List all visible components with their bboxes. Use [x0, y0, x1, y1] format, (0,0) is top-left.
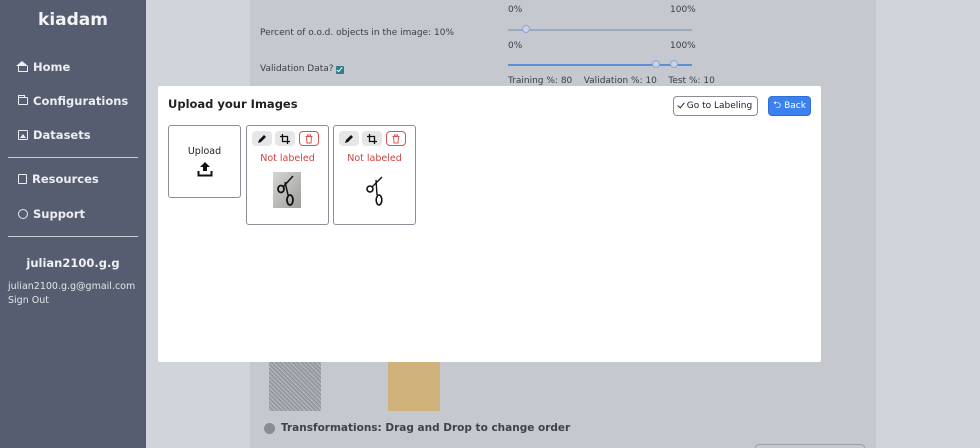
edit-button[interactable] [339, 131, 359, 146]
ood-slider-thumb[interactable] [522, 25, 530, 33]
validation-checkbox[interactable] [336, 66, 344, 74]
check-icon [676, 100, 685, 109]
validation-label: Validation Data? [260, 64, 334, 74]
back-button[interactable]: ⮌ Back [768, 96, 811, 116]
upload-label: Upload [187, 146, 222, 157]
back-label: Back [784, 101, 806, 111]
sidebar-divider [8, 157, 138, 158]
sidebar-item-datasets[interactable]: Datasets [18, 128, 91, 142]
sidebar-item-resources[interactable]: Resources [18, 172, 99, 186]
user-email: julian2100.g.g@gmail.com [8, 281, 136, 292]
delete-button[interactable] [299, 131, 319, 146]
split-slider-track[interactable] [508, 64, 692, 66]
sidebar-item-label: Support [33, 207, 86, 221]
noise-transform-preview [269, 361, 321, 411]
crop-icon [367, 133, 377, 144]
ood-slider-track[interactable] [508, 29, 692, 31]
crop-button[interactable] [362, 131, 382, 146]
sidebar-item-label: Configurations [33, 94, 129, 108]
go-to-labeling-label: Go to Labeling [686, 101, 753, 111]
user-name: julian2100.g.g [26, 256, 120, 270]
chat-icon [18, 209, 28, 219]
folder-icon [18, 95, 28, 105]
label-status: Not labeled [260, 153, 315, 164]
image-icon [18, 130, 28, 140]
ood-percent-label: Percent of o.o.d. objects in the image: … [260, 28, 455, 38]
label-status: Not labeled [347, 153, 402, 164]
scissors-photo-thumbnail [273, 172, 301, 208]
crop-icon [280, 133, 290, 144]
sidebar-item-label: Datasets [33, 128, 91, 142]
sidebar-item-label: Home [33, 60, 71, 74]
split-percent-text: Training %: 80 Validation %: 10 Test %: … [508, 76, 715, 86]
sidebar-divider [8, 236, 138, 237]
modal-title: Upload your Images [168, 97, 298, 111]
sidebar: kiadam Home Configurations Datasets Reso… [0, 0, 146, 448]
slider-max-label: 100% [670, 5, 696, 15]
sidebar-item-support[interactable]: Support [18, 207, 85, 221]
slider-min-label: 0% [508, 5, 523, 15]
back-arrow-icon: ⮌ [773, 100, 782, 111]
image-card: Not labeled [246, 125, 329, 225]
delete-button[interactable] [386, 131, 406, 146]
sidebar-item-home[interactable]: Home [16, 60, 71, 74]
pencil-icon [345, 134, 353, 143]
upload-icon [197, 162, 213, 177]
upload-images-modal: Upload your Images Go to Labeling ⮌ Back… [158, 86, 821, 362]
book-icon [18, 174, 27, 184]
slider-max-label: 100% [670, 41, 696, 51]
split-slider-thumb-1[interactable] [652, 60, 660, 68]
crop-button[interactable] [275, 131, 295, 146]
split-slider-thumb-2[interactable] [670, 60, 678, 68]
transformations-toggle[interactable] [264, 423, 275, 434]
sidebar-item-label: Resources [32, 172, 99, 186]
trash-icon [392, 134, 400, 143]
color-transform-preview [388, 361, 440, 411]
slider-min-label: 0% [508, 41, 523, 51]
sidebar-item-configurations[interactable]: Configurations [18, 94, 128, 108]
go-to-labeling-button[interactable]: Go to Labeling [673, 96, 758, 116]
trash-icon [305, 134, 313, 143]
home-icon [16, 60, 28, 72]
upload-button[interactable]: Upload [168, 125, 241, 198]
image-card: Not labeled [333, 125, 416, 225]
signout-link[interactable]: Sign Out [8, 295, 49, 306]
brand-logo[interactable]: kiadam [0, 10, 146, 30]
background-button[interactable] [755, 444, 865, 448]
pencil-icon [258, 134, 266, 143]
scissors-drawing-thumbnail [360, 172, 388, 208]
transformations-label: Transformations: Drag and Drop to change… [281, 422, 571, 434]
edit-button[interactable] [252, 131, 272, 146]
